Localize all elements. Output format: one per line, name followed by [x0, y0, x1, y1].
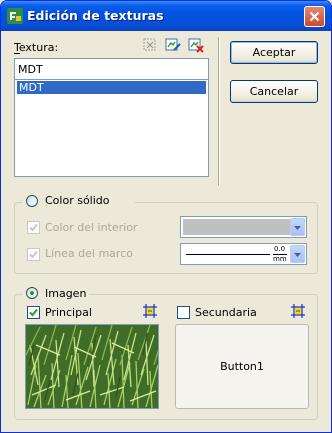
texture-preview-image [25, 324, 159, 409]
cancel-button[interactable]: Cancelar [230, 80, 318, 103]
close-button[interactable] [304, 6, 325, 27]
secundaria-label: Secundaria [195, 306, 257, 319]
principal-label: Principal [45, 306, 92, 319]
secondary-image-button[interactable]: Button1 [175, 324, 309, 409]
texture-editor-dialog: Edición de texturas Textura: MDT MDT Ace… [0, 0, 332, 433]
radio-dot [30, 291, 34, 295]
list-divider [15, 79, 208, 80]
secundaria-checkbox[interactable] [177, 306, 190, 319]
principal-checkbox[interactable] [27, 306, 40, 319]
close-icon [309, 11, 320, 22]
color-solido-label: Color sólido [45, 194, 110, 207]
imagen-radio[interactable] [26, 287, 38, 299]
texture-listbox[interactable]: MDT MDT [14, 58, 209, 177]
texture-delete-icon[interactable] [188, 37, 204, 53]
line-preview [186, 254, 270, 255]
linea-marco-checkbox[interactable] [27, 248, 40, 261]
texture-edit-icon[interactable] [165, 37, 181, 53]
interior-color-swatch [183, 219, 290, 235]
color-interior-label: Color del interior [45, 221, 138, 234]
line-width-unit: mm [273, 255, 287, 263]
list-item[interactable]: MDT [17, 81, 206, 94]
image-position-icon[interactable] [142, 303, 158, 319]
line-width-combo[interactable]: 0.0 mm [180, 243, 307, 265]
vertical-separator [218, 37, 219, 186]
grass-texture [26, 325, 158, 408]
chevron-down-icon [294, 226, 301, 230]
checkmark-icon [29, 250, 38, 259]
textura-label: Textura: [14, 41, 59, 54]
app-icon [7, 8, 23, 24]
imagen-label: Imagen [45, 287, 87, 300]
texture-options-icon[interactable] [142, 37, 158, 53]
chevron-down-icon [294, 253, 301, 257]
color-interior-checkbox[interactable] [27, 221, 40, 234]
checkmark-icon [29, 308, 38, 317]
title-bar[interactable]: Edición de texturas [1, 1, 331, 31]
color-solido-radio[interactable] [26, 195, 38, 207]
texture-name-input[interactable]: MDT [18, 62, 43, 77]
linea-marco-label: Línea del marco [45, 247, 133, 260]
window-title: Edición de texturas [27, 8, 164, 23]
dropdown-arrow[interactable] [290, 245, 305, 263]
checkmark-icon [29, 223, 38, 232]
accept-button[interactable]: Aceptar [230, 41, 318, 64]
dropdown-arrow[interactable] [290, 218, 305, 236]
textura-mnemonic-underline [14, 53, 20, 54]
image-position-icon[interactable] [290, 303, 306, 319]
interior-color-combo[interactable] [180, 216, 307, 238]
line-width-value: 0.0 [274, 245, 286, 253]
